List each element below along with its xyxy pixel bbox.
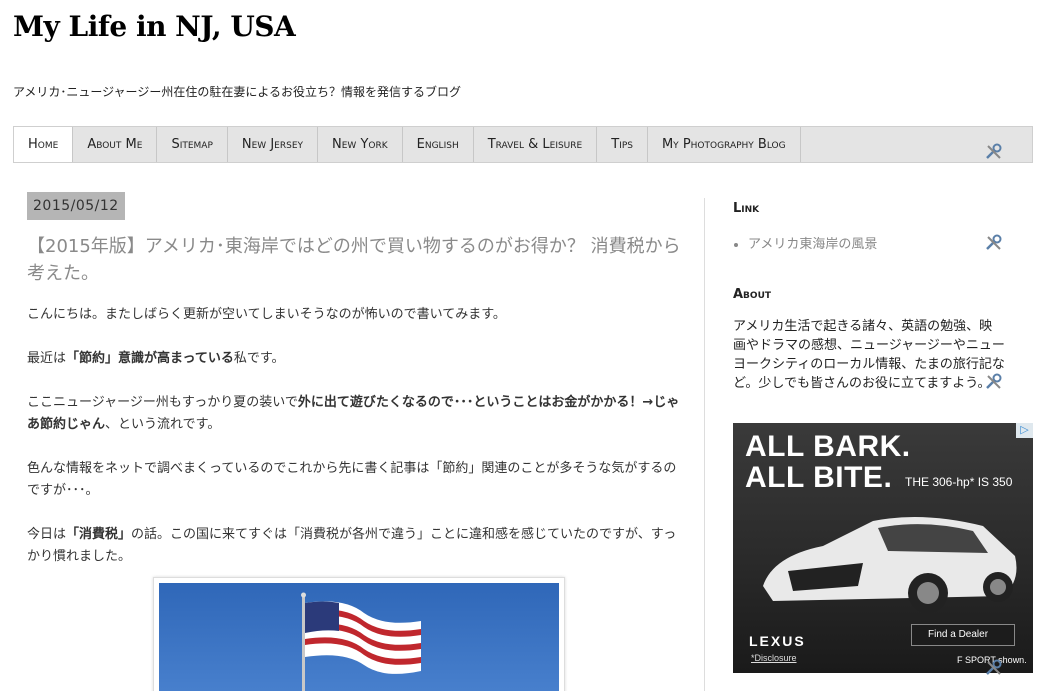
lexus-logo: LEXUS [749, 633, 806, 649]
text: 、という流れです。 [105, 417, 221, 432]
nav-about-me[interactable]: About Me [73, 127, 158, 162]
link-list: アメリカ東海岸の風景 [748, 233, 877, 252]
nav-new-jersey[interactable]: New Jersey [228, 127, 319, 162]
main-nav: Home About Me Sitemap New Jersey New Yor… [13, 126, 1033, 163]
blog-title[interactable]: My Life in NJ, USA [13, 10, 296, 43]
car-image [763, 517, 1017, 613]
post-paragraph: こんにちは。またしばらく更新が空いてしまいそうなのが怖いので書いてみます。 [27, 307, 506, 322]
edit-wrench-icon[interactable] [984, 658, 1004, 678]
ad-headline: ALL BARK. ALL BITE. [745, 431, 911, 493]
bold-text: 「消費税」 [66, 527, 132, 542]
us-flag-photo [159, 583, 559, 691]
ad-disclosure-link[interactable]: *Disclosure [751, 653, 797, 663]
nav-photography-blog[interactable]: My Photography Blog [648, 127, 801, 162]
bold-text: 「節約」意識が高まっている [66, 351, 234, 366]
post-paragraph: 今日は「消費税」の話。この国に来てすぐは「消費税が各州で違う」ことに違和感を感じ… [27, 524, 687, 568]
text: 今日は [27, 527, 67, 542]
nav-home[interactable]: Home [14, 127, 74, 162]
find-dealer-button[interactable]: Find a Dealer [911, 624, 1015, 646]
edit-wrench-icon[interactable] [984, 142, 1004, 162]
text: ここニュージャージー州もすっかり夏の装いで [27, 395, 298, 410]
text: 私です。 [233, 351, 285, 366]
post-paragraph: 色んな情報をネットで調べまくっているのでこれから先に書く記事は「節約」関連のこと… [27, 461, 677, 498]
post-body: こんにちは。またしばらく更新が空いてしまいそうなのが怖いので書いてみます。 最近… [27, 304, 687, 590]
blog-description: アメリカ･ニュージャージー州在住の駐在妻によるお役立ち？情報を発信するブログ [13, 85, 461, 99]
nav-travel-leisure[interactable]: Travel & Leisure [474, 127, 598, 162]
text: 最近は [27, 351, 67, 366]
nav-sitemap[interactable]: Sitemap [157, 127, 228, 162]
edit-wrench-icon[interactable] [984, 372, 1004, 392]
nav-new-york[interactable]: New York [318, 127, 403, 162]
nav-tips[interactable]: Tips [597, 127, 648, 162]
post-title[interactable]: 【2015年版】アメリカ･東海岸ではどの州で買い物するのがお得か？ 消費税から考… [27, 233, 692, 287]
link-heading: Link [733, 201, 760, 216]
nav-english[interactable]: English [403, 127, 474, 162]
about-heading: About [733, 287, 772, 302]
post-paragraph: 最近は「節約」意識が高まっている私です。 [27, 348, 687, 370]
ad-model-text: THE 306-hp* IS 350 [905, 475, 1013, 489]
ad-headline-line: ALL BITE. [745, 461, 893, 494]
lexus-ad[interactable]: ALL BARK. ALL BITE. THE 306-hp* IS 350 L… [733, 423, 1033, 673]
sidebar-link-item[interactable]: アメリカ東海岸の風景 [748, 233, 877, 252]
column-divider [704, 198, 705, 691]
post-image[interactable] [153, 577, 565, 691]
adchoices-icon[interactable]: ▷ [1016, 423, 1033, 438]
post-paragraph: ここニュージャージー州もすっかり夏の装いで外に出て遊びたくなるので･･･というこ… [27, 392, 687, 436]
post-date: 2015/05/12 [27, 192, 125, 220]
edit-wrench-icon[interactable] [984, 233, 1004, 253]
ad-headline-line: ALL BARK. [745, 430, 911, 463]
about-text: アメリカ生活で起きる諸々、英語の勉強、映画やドラマの感想、ニュージャージーやニュ… [733, 319, 1005, 391]
